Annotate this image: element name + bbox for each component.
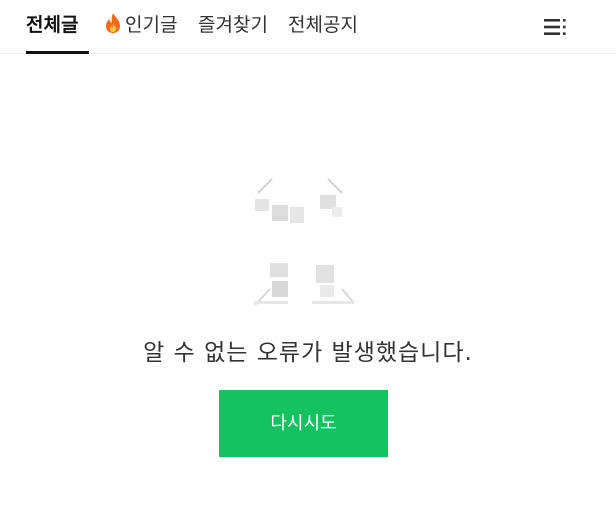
tab-popular-posts[interactable]: 인기글 xyxy=(103,12,177,38)
menu-button[interactable] xyxy=(540,14,570,40)
tab-label: 전체글 xyxy=(26,14,79,36)
tab-label: 인기글 xyxy=(125,14,178,36)
error-message: 알 수 없는 오류가 발생했습니다. xyxy=(143,340,473,366)
hamburger-menu-icon xyxy=(544,19,566,35)
fire-icon xyxy=(103,12,123,41)
tab-label: 전체공지 xyxy=(288,14,358,36)
tab-all-notices[interactable]: 전체공지 xyxy=(288,12,358,38)
tab-favorites[interactable]: 즐겨찾기 xyxy=(198,12,268,38)
tab-bar: 전체글 인기글 즐겨찾기 전체공지 xyxy=(0,0,616,54)
main-content: 알 수 없는 오류가 발생했습니다. 다시시도 xyxy=(0,55,616,528)
active-tab-indicator xyxy=(26,51,89,54)
retry-button[interactable]: 다시시도 xyxy=(219,390,388,457)
tab-label: 즐겨찾기 xyxy=(198,14,268,36)
tab-all-posts[interactable]: 전체글 xyxy=(26,12,78,38)
